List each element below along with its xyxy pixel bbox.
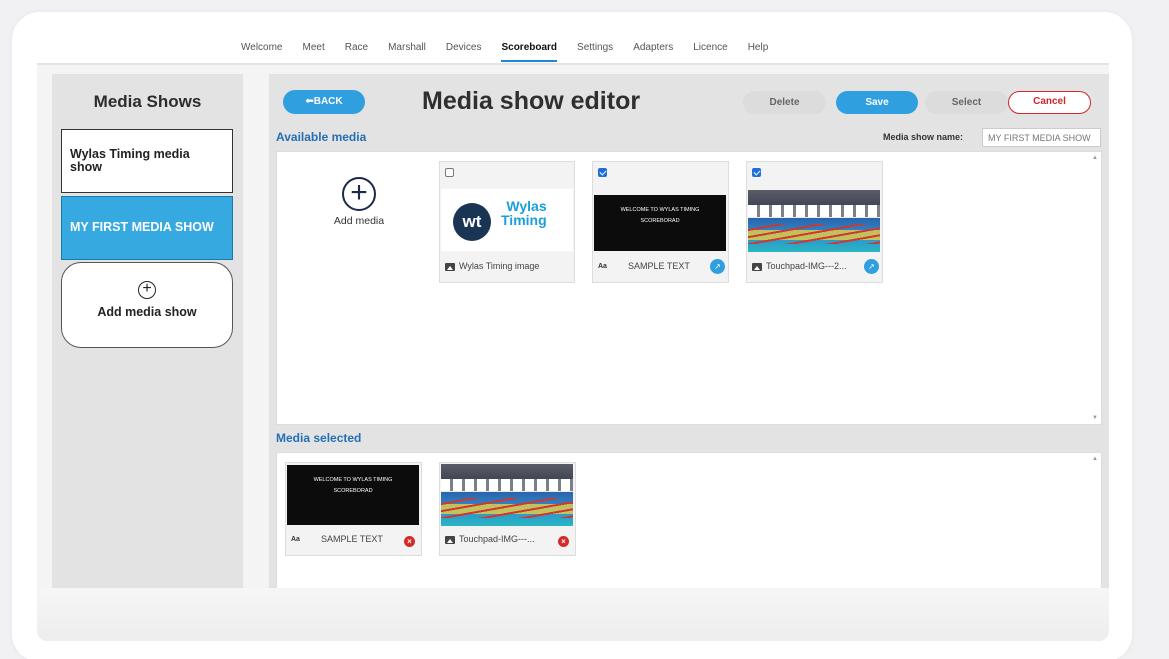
image-icon xyxy=(752,262,762,271)
available-media-label: Available media xyxy=(276,130,367,144)
scroll-down-arrow-icon[interactable]: ▼ xyxy=(1092,415,1098,421)
media-checkbox-checked[interactable] xyxy=(598,168,607,177)
wylas-logo-text: Wylas Timing xyxy=(501,199,547,227)
image-icon xyxy=(445,262,455,271)
add-media-show-label: Add media show xyxy=(97,305,197,319)
media-caption-text: Touchpad-IMG---... xyxy=(459,534,535,544)
wylas-logo-icon: wt xyxy=(453,203,491,241)
selected-card-touchpad-image[interactable]: Touchpad-IMG---... × xyxy=(439,462,576,556)
media-caption: Aa SAMPLE TEXT xyxy=(598,261,690,271)
nav-devices[interactable]: Devices xyxy=(446,42,482,62)
media-card-wylas-image[interactable]: wt Wylas Timing Wylas Timing image xyxy=(439,161,575,283)
nav-items: Welcome Meet Race Marshall Devices Score… xyxy=(241,42,788,62)
text-type-icon: Aa xyxy=(291,535,300,543)
screen-text-line1: WELCOME TO WYLAS TIMING xyxy=(620,207,700,213)
screen-text-line2: SCOREBORAD xyxy=(640,218,680,224)
media-caption: Touchpad-IMG---... xyxy=(445,534,535,544)
starting-blocks xyxy=(441,479,573,491)
add-circle-icon: + xyxy=(342,177,376,211)
nav-welcome[interactable]: Welcome xyxy=(241,42,283,62)
screen-text-line1: WELCOME TO WYLAS TIMING xyxy=(313,477,393,483)
lane-ropes xyxy=(441,498,573,518)
nav-licence[interactable]: Licence xyxy=(693,42,727,62)
media-caption-text: SAMPLE TEXT xyxy=(321,534,383,544)
media-caption-text: Wylas Timing image xyxy=(459,261,540,271)
nav-meet[interactable]: Meet xyxy=(303,42,325,62)
media-caption: Wylas Timing image xyxy=(445,261,539,271)
media-caption: Aa SAMPLE TEXT xyxy=(291,534,383,544)
sample-text-thumbnail: WELCOME TO WYLAS TIMING SCOREBORAD xyxy=(287,465,419,525)
media-show-name-input[interactable] xyxy=(982,128,1101,147)
add-circle-icon: + xyxy=(138,281,156,299)
media-caption: Touchpad-IMG---2... xyxy=(752,261,847,271)
nav-adapters[interactable]: Adapters xyxy=(633,42,673,62)
pool-photo-thumbnail xyxy=(748,190,880,252)
screen-text-line2: SCOREBORAD xyxy=(333,488,373,494)
media-show-item-wylas[interactable]: Wylas Timing media show xyxy=(61,129,233,193)
cancel-button[interactable]: Cancel xyxy=(1008,91,1091,114)
expand-icon[interactable]: ↗ xyxy=(864,259,879,274)
page-title: Media show editor xyxy=(422,87,641,115)
add-media-show-button[interactable]: + Add media show xyxy=(61,262,233,348)
media-caption-text: Touchpad-IMG---2... xyxy=(766,261,847,271)
remove-icon[interactable]: × xyxy=(404,536,415,547)
image-icon xyxy=(445,535,455,544)
remove-icon[interactable]: × xyxy=(558,536,569,547)
save-button[interactable]: Save xyxy=(836,91,918,114)
nav-help[interactable]: Help xyxy=(748,42,769,62)
scroll-up-arrow-icon[interactable]: ▲ xyxy=(1092,155,1098,161)
add-media-button[interactable]: + Add media xyxy=(317,177,401,227)
media-caption-text: SAMPLE TEXT xyxy=(628,261,690,271)
top-navigation: Welcome Meet Race Marshall Devices Score… xyxy=(37,35,1109,65)
selected-card-sample-text[interactable]: WELCOME TO WYLAS TIMING SCOREBORAD Aa SAM… xyxy=(285,462,422,556)
bottom-footer xyxy=(37,588,1109,641)
media-card-sample-text[interactable]: WELCOME TO WYLAS TIMING SCOREBORAD Aa SAM… xyxy=(592,161,729,283)
logo-line1: Wylas xyxy=(506,198,547,214)
select-button[interactable]: Select xyxy=(925,91,1008,114)
nav-settings[interactable]: Settings xyxy=(577,42,613,62)
media-checkbox[interactable] xyxy=(445,168,454,177)
nav-marshall[interactable]: Marshall xyxy=(388,42,426,62)
sample-text-thumbnail: WELCOME TO WYLAS TIMING SCOREBORAD xyxy=(594,195,726,251)
add-media-label: Add media xyxy=(333,215,385,227)
wylas-logo-thumbnail: wt Wylas Timing xyxy=(441,189,573,251)
media-selected-label: Media selected xyxy=(276,431,362,445)
media-checkbox-checked[interactable] xyxy=(752,168,761,177)
pool-photo-thumbnail xyxy=(441,464,573,526)
nav-scoreboard[interactable]: Scoreboard xyxy=(501,42,558,62)
delete-button[interactable]: Delete xyxy=(743,91,826,114)
logo-line2: Timing xyxy=(501,212,547,228)
starting-blocks xyxy=(748,205,880,217)
media-show-name-label: Media show name: xyxy=(883,132,964,142)
media-card-touchpad-image[interactable]: Touchpad-IMG---2... ↗ xyxy=(746,161,883,283)
scroll-up-arrow-icon[interactable]: ▲ xyxy=(1092,456,1098,462)
text-type-icon: Aa xyxy=(598,262,607,270)
expand-icon[interactable]: ↗ xyxy=(710,259,725,274)
media-shows-sidebar: Media Shows Wylas Timing media show MY F… xyxy=(52,74,243,588)
back-button[interactable]: ⬅BACK xyxy=(283,90,365,114)
media-show-item-my-first[interactable]: MY FIRST MEDIA SHOW xyxy=(61,196,233,260)
lane-ropes xyxy=(748,224,880,244)
sidebar-title: Media Shows xyxy=(93,92,202,111)
nav-race[interactable]: Race xyxy=(345,42,368,62)
